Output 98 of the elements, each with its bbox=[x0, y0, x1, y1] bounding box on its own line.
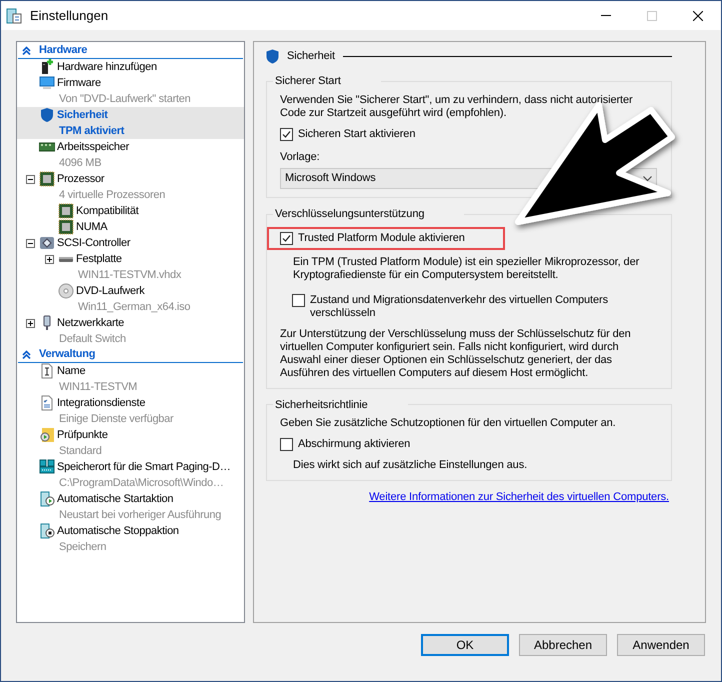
tree-item[interactable]: Automatische Stoppaktion Speichern bbox=[17, 523, 244, 555]
tree-item[interactable]: Sicherheit TPM aktiviert bbox=[17, 107, 244, 139]
checkbox-label[interactable]: Zustand und Migrationsdatenverkehr des virtuellen Computers verschlüsseln bbox=[310, 294, 618, 320]
more-info-link[interactable]: Weitere Informationen zur Sicherheit des virtuellen Computers. bbox=[369, 489, 669, 506]
window-app-icon bbox=[6, 8, 22, 24]
item-title: Firmware bbox=[57, 76, 102, 91]
checkbox-label[interactable]: Abschirmung aktivieren bbox=[298, 438, 410, 451]
item-subtitle: C:\ProgramData\Microsoft\Windo… bbox=[59, 476, 225, 491]
description-text: Verwenden Sie "Sicherer Start", um zu verhindern, dass nicht autorisierter Code zur Startzeit ausgeführt wird (empfohlen). bbox=[280, 94, 634, 120]
collapse-chevron-icon bbox=[22, 46, 31, 55]
item-title: Integrationsdienste bbox=[57, 396, 146, 411]
item-title: NUMA bbox=[76, 220, 108, 235]
item-title: SCSI-Controller bbox=[57, 236, 130, 251]
collapse-icon[interactable] bbox=[26, 238, 34, 248]
chip-icon bbox=[39, 171, 55, 187]
tree-item[interactable]: Kompatibilität bbox=[17, 203, 244, 219]
item-subtitle: Default Switch bbox=[59, 332, 126, 347]
item-title: Hardware hinzufügen bbox=[57, 60, 157, 75]
tree-item[interactable]: SCSI-Controller bbox=[17, 235, 244, 251]
item-subtitle: 4 virtuelle Prozessoren bbox=[59, 188, 166, 203]
window-title: Einstellungen bbox=[30, 6, 108, 25]
item-subtitle: Speichern bbox=[59, 540, 108, 555]
description-text: Ein TPM (Trusted Platform Module) ist ein spezieller Mikroprozessor, der Kryptografiedienste für ein Computersystem bereitstellt. bbox=[292, 256, 640, 282]
controller-icon bbox=[39, 235, 55, 251]
item-subtitle: Win11_German_x64.iso bbox=[78, 300, 190, 315]
caret-icon bbox=[643, 176, 652, 182]
item-subtitle: Einige Dienste verfügbar bbox=[59, 412, 174, 427]
item-title: Prüfpunkte bbox=[57, 428, 108, 443]
chip-icon bbox=[58, 203, 74, 219]
checklist-document-icon bbox=[39, 395, 55, 411]
disc-icon bbox=[58, 283, 74, 299]
item-title: Arbeitsspeicher bbox=[57, 140, 130, 155]
dialog-button[interactable]: Abbrechen bbox=[519, 634, 607, 656]
shield-icon bbox=[266, 48, 279, 64]
section-header[interactable]: Hardware bbox=[18, 43, 243, 59]
expand-icon[interactable] bbox=[26, 318, 34, 328]
item-subtitle: Standard bbox=[59, 444, 103, 459]
checkbox-label[interactable]: Sicheren Start aktivieren bbox=[298, 128, 416, 140]
chip-icon bbox=[58, 219, 74, 235]
group-title: Sicherer Start bbox=[274, 74, 342, 89]
server-stop-icon bbox=[39, 523, 55, 539]
item-title: Automatische Startaktion bbox=[57, 492, 174, 507]
tree-item[interactable]: Prozessor 4 virtuelle Prozessoren bbox=[17, 171, 244, 203]
checkbox[interactable] bbox=[292, 294, 305, 306]
description-text: Dies wirkt sich auf zusätzliche Einstellungen aus. bbox=[292, 459, 528, 472]
tree-item[interactable]: Netzwerkkarte Default Switch bbox=[17, 315, 244, 347]
tree-item[interactable]: DVD-Laufwerk Win11_German_x64.iso bbox=[17, 283, 244, 315]
item-title: Prozessor bbox=[57, 172, 106, 187]
maximize-icon bbox=[647, 10, 657, 20]
tree-item[interactable]: Festplatte WIN11-TESTVM.vhdx bbox=[17, 251, 244, 283]
checkbox[interactable] bbox=[280, 438, 293, 451]
item-subtitle: Neustart bei vorheriger Ausführung bbox=[59, 508, 222, 523]
section-header[interactable]: Verwaltung bbox=[18, 347, 243, 363]
item-title: Kompatibilität bbox=[76, 204, 139, 219]
storage-blocks-icon bbox=[39, 459, 55, 475]
close-icon bbox=[693, 10, 703, 20]
folder-clock-icon bbox=[39, 427, 55, 443]
tree-item[interactable]: Arbeitsspeicher 4096 MB bbox=[17, 139, 244, 171]
dialog-button[interactable]: Anwenden bbox=[617, 634, 705, 656]
tree-item[interactable]: Firmware Von "DVD-Laufwerk" starten bbox=[17, 75, 244, 107]
shield-icon bbox=[39, 107, 55, 123]
item-title: Automatische Stoppaktion bbox=[57, 524, 179, 539]
item-subtitle: WIN11-TESTVM bbox=[59, 380, 138, 395]
item-subtitle: TPM aktiviert bbox=[59, 124, 124, 139]
item-title: Name bbox=[57, 364, 86, 379]
item-title: DVD-Laufwerk bbox=[76, 284, 146, 299]
description-text: Geben Sie zusätzliche Schutzoptionen für den virtuellen Computer an. bbox=[280, 417, 617, 430]
tree-item[interactable]: Speicherort für die Smart Paging-D… C:\ProgramData\Microsoft\Windo… bbox=[17, 459, 244, 491]
page-title: Sicherheit bbox=[287, 48, 335, 64]
collapse-icon[interactable] bbox=[26, 174, 34, 184]
tree-item[interactable]: NUMA bbox=[17, 219, 244, 235]
checkbox[interactable] bbox=[280, 128, 293, 140]
minimize-icon bbox=[601, 15, 611, 16]
item-subtitle: Von "DVD-Laufwerk" starten bbox=[59, 92, 191, 107]
expand-icon[interactable] bbox=[44, 254, 54, 264]
item-title: Sicherheit bbox=[57, 108, 109, 123]
tree-item[interactable]: Name WIN11-TESTVM bbox=[17, 363, 244, 395]
monitor-icon bbox=[39, 75, 55, 91]
item-title: Festplatte bbox=[76, 252, 123, 267]
tree-item[interactable]: Hardware hinzufügen bbox=[17, 59, 244, 75]
tree-item[interactable]: Prüfpunkte Standard bbox=[17, 427, 244, 459]
group-title: Verschlüsselungsunterstützung bbox=[274, 207, 426, 222]
dialog-button[interactable]: OK bbox=[421, 634, 509, 656]
tree-item[interactable]: Automatische Startaktion Neustart bei vorheriger Ausführung bbox=[17, 491, 244, 523]
item-title: Speicherort für die Smart Paging-D… bbox=[57, 460, 230, 475]
tree-item[interactable]: Integrationsdienste Einige Dienste verfügbar bbox=[17, 395, 244, 427]
collapse-chevron-icon bbox=[22, 350, 31, 359]
item-title: Netzwerkkarte bbox=[57, 316, 126, 331]
checkbox-label[interactable]: Trusted Platform Module aktivieren bbox=[298, 232, 465, 244]
description-text: Zur Unterstützung der Verschlüsselung muss der Schlüsselschutz für den virtuellen Computer konfiguriert sein. Falls nicht konfiguriert, wird durch Auswahl einer dieser Optionen ein Schlüsselschutz generiert, der das Ausführen des virtuellen Computers auf diesem Host ermöglicht. bbox=[280, 328, 632, 380]
text-document-icon bbox=[39, 363, 55, 379]
field-label: Vorlage: bbox=[280, 150, 321, 164]
checkbox[interactable] bbox=[280, 232, 293, 244]
item-subtitle: 4096 MB bbox=[59, 156, 102, 171]
hardware-add-icon bbox=[39, 59, 55, 75]
server-play-icon bbox=[39, 491, 55, 507]
item-subtitle: WIN11-TESTVM.vhdx bbox=[78, 268, 182, 283]
group-title: Sicherheitsrichtlinie bbox=[274, 398, 369, 412]
